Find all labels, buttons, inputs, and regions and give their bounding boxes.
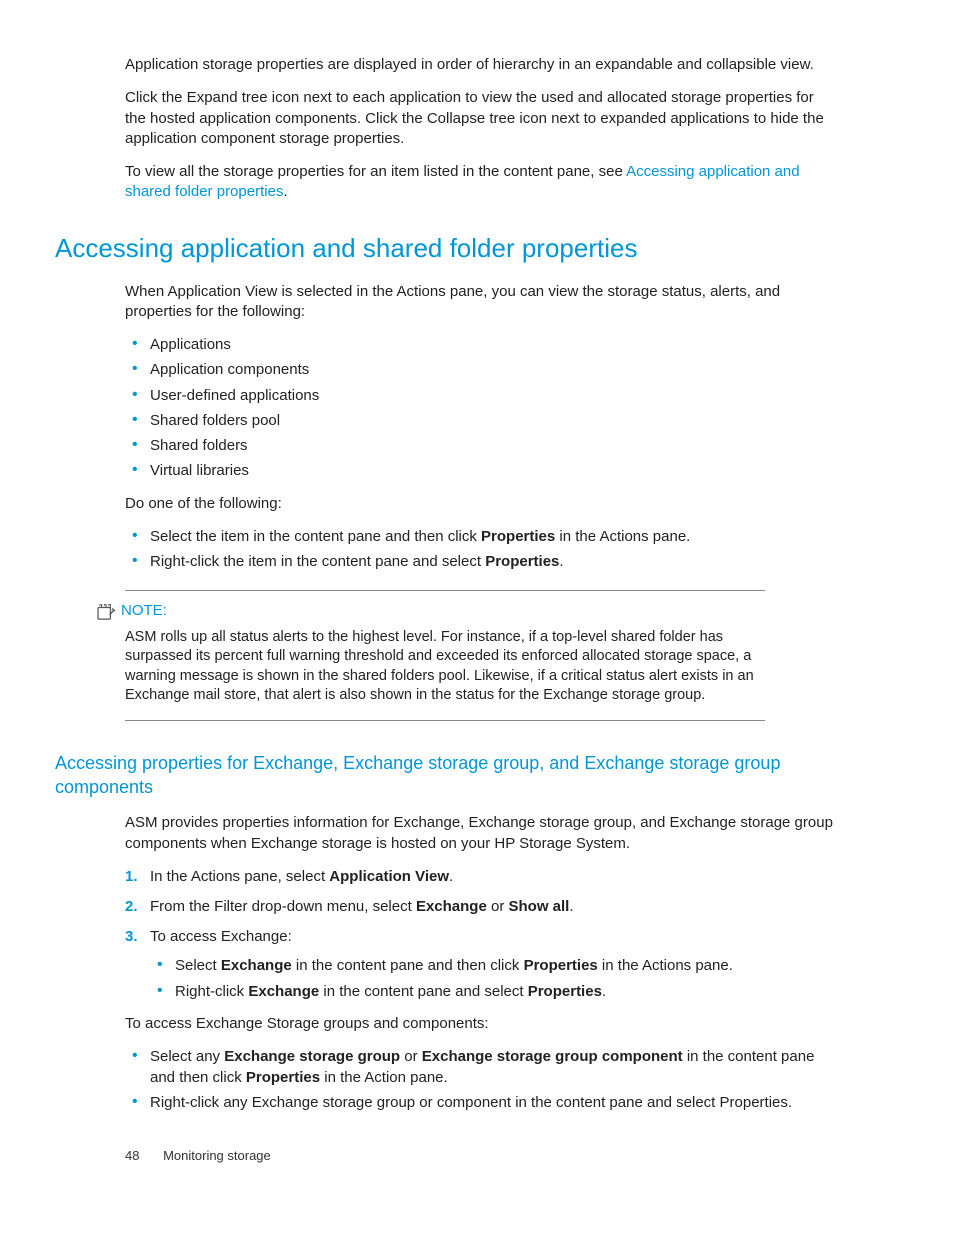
text: . bbox=[283, 183, 287, 200]
note-label: NOTE: bbox=[121, 601, 167, 621]
bold-text: Show all bbox=[509, 898, 570, 915]
bold-text: Properties bbox=[481, 528, 555, 545]
text: in the content pane and then click bbox=[292, 957, 524, 974]
list-item: User-defined applications bbox=[150, 386, 836, 406]
text: In the Actions pane, select bbox=[150, 868, 329, 885]
inner-bullet-list: Select Exchange in the content pane and … bbox=[150, 956, 836, 1003]
list-item: Right-click any Exchange storage group o… bbox=[150, 1093, 836, 1113]
intro-block: Application storage properties are displ… bbox=[125, 55, 836, 203]
list-item: From the Filter drop-down menu, select E… bbox=[150, 897, 836, 917]
text: . bbox=[569, 898, 573, 915]
bold-text: Properties bbox=[246, 1069, 320, 1086]
list-item: Right-click Exchange in the content pane… bbox=[175, 982, 836, 1002]
text: in the Action pane. bbox=[320, 1069, 448, 1086]
list-item: Application components bbox=[150, 360, 836, 380]
bullet-list: Applications Application components User… bbox=[125, 335, 836, 482]
text: in the content pane and select bbox=[319, 983, 527, 1000]
text: Right-click the item in the content pane… bbox=[150, 553, 485, 570]
note-text: ASM rolls up all status alerts to the hi… bbox=[125, 628, 765, 706]
page: Application storage properties are displ… bbox=[0, 0, 954, 1235]
page-footer: 48 Monitoring storage bbox=[125, 1147, 271, 1165]
text: Right-click bbox=[175, 983, 248, 1000]
list-item: Virtual libraries bbox=[150, 461, 836, 481]
text: in the Actions pane. bbox=[598, 957, 733, 974]
text: To view all the storage properties for a… bbox=[125, 163, 626, 180]
text: Select the item in the content pane and … bbox=[150, 528, 481, 545]
bold-text: Application View bbox=[329, 868, 449, 885]
text: Select bbox=[175, 957, 221, 974]
paragraph: Application storage properties are displ… bbox=[125, 55, 836, 75]
paragraph: Do one of the following: bbox=[125, 494, 836, 514]
heading-accessing-application: Accessing application and shared folder … bbox=[55, 231, 836, 266]
section1-body: When Application View is selected in the… bbox=[125, 282, 836, 573]
chapter-title: Monitoring storage bbox=[163, 1148, 271, 1163]
text: To access Exchange: bbox=[150, 928, 292, 945]
note-icon bbox=[97, 604, 115, 620]
bold-text: Exchange bbox=[221, 957, 292, 974]
text: or bbox=[487, 898, 509, 915]
text: or bbox=[400, 1048, 422, 1065]
bold-text: Exchange storage group component bbox=[422, 1048, 683, 1065]
list-item: Shared folders pool bbox=[150, 411, 836, 431]
bold-text: Exchange bbox=[248, 983, 319, 1000]
ordered-list: In the Actions pane, select Application … bbox=[125, 867, 836, 1002]
page-number: 48 bbox=[125, 1148, 139, 1163]
bold-text: Properties bbox=[524, 957, 598, 974]
paragraph: When Application View is selected in the… bbox=[125, 282, 836, 323]
paragraph: Click the Expand tree icon next to each … bbox=[125, 88, 836, 149]
bullet-list: Select any Exchange storage group or Exc… bbox=[125, 1047, 836, 1113]
bold-text: Exchange bbox=[416, 898, 487, 915]
bold-text: Properties bbox=[528, 983, 602, 1000]
list-item: Shared folders bbox=[150, 436, 836, 456]
note-header: NOTE: bbox=[125, 601, 765, 621]
list-item: To access Exchange: Select Exchange in t… bbox=[150, 927, 836, 1002]
list-item: Select any Exchange storage group or Exc… bbox=[150, 1047, 836, 1088]
text: From the Filter drop-down menu, select bbox=[150, 898, 416, 915]
text: . bbox=[449, 868, 453, 885]
section2-body: ASM provides properties information for … bbox=[125, 813, 836, 1113]
paragraph: To access Exchange Storage groups and co… bbox=[125, 1014, 836, 1034]
list-item: Select Exchange in the content pane and … bbox=[175, 956, 836, 976]
text: . bbox=[602, 983, 606, 1000]
note-block: NOTE: ASM rolls up all status alerts to … bbox=[125, 590, 765, 721]
list-item: Right-click the item in the content pane… bbox=[150, 552, 836, 572]
bullet-list: Select the item in the content pane and … bbox=[125, 527, 836, 573]
text: Select any bbox=[150, 1048, 224, 1065]
paragraph: ASM provides properties information for … bbox=[125, 813, 836, 854]
list-item: In the Actions pane, select Application … bbox=[150, 867, 836, 887]
text: in the Actions pane. bbox=[555, 528, 690, 545]
bold-text: Exchange storage group bbox=[224, 1048, 400, 1065]
heading-accessing-exchange: Accessing properties for Exchange, Excha… bbox=[55, 751, 836, 800]
paragraph: To view all the storage properties for a… bbox=[125, 162, 836, 203]
bold-text: Properties bbox=[485, 553, 559, 570]
list-item: Select the item in the content pane and … bbox=[150, 527, 836, 547]
text: . bbox=[559, 553, 563, 570]
list-item: Applications bbox=[150, 335, 836, 355]
